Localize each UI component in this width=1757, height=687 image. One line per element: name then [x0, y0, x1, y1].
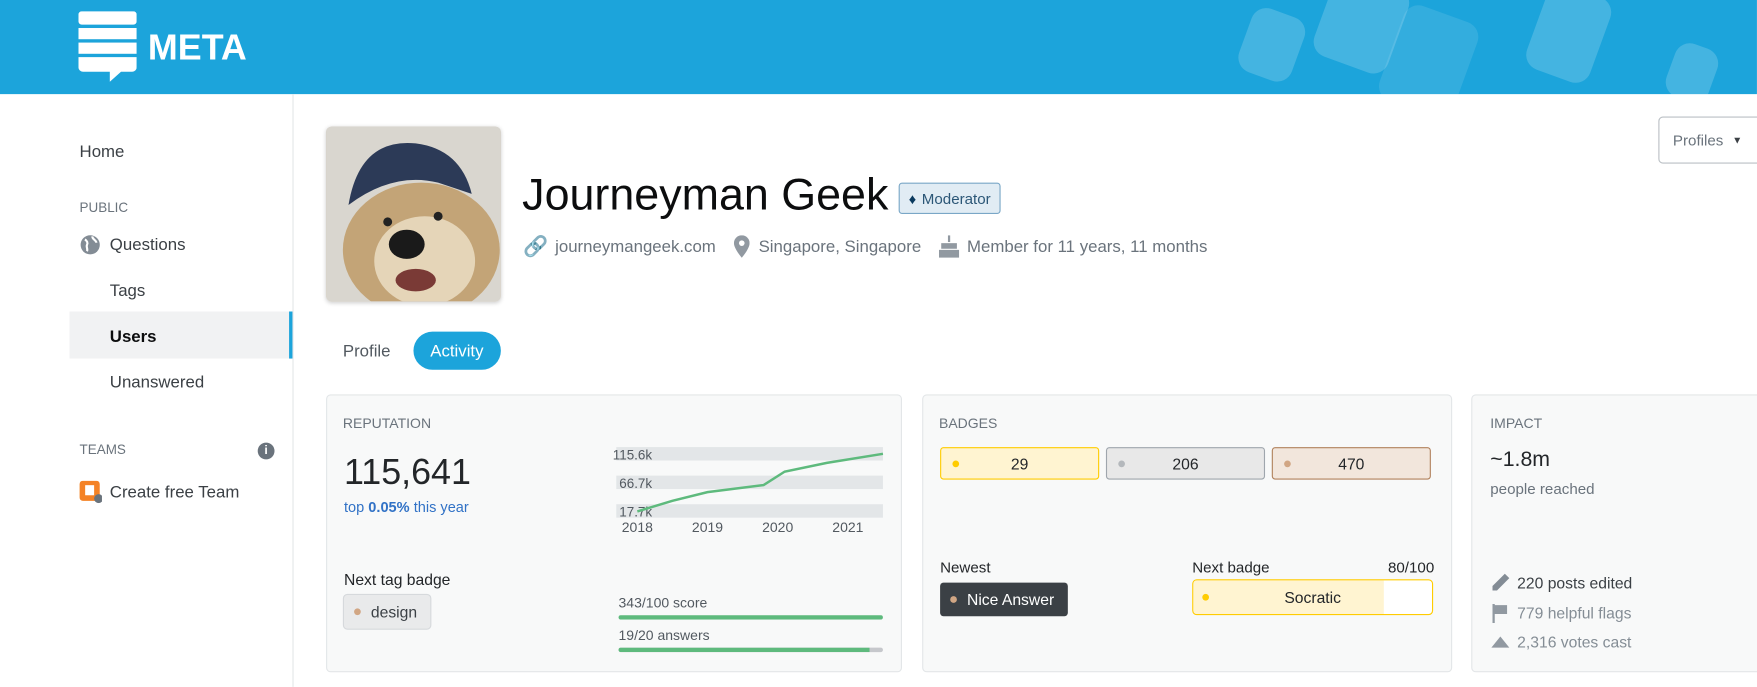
bronze-dot-icon — [354, 608, 361, 616]
chart-x-tick-label: 2020 — [762, 519, 793, 535]
helpful-flags-text: 779 helpful flags — [1517, 603, 1632, 622]
create-team-link[interactable]: Create free Team — [79, 480, 240, 504]
caret-down-icon: ▼ — [1732, 134, 1743, 146]
sidebar-item-home[interactable]: Home — [80, 142, 125, 161]
badges-title: BADGES — [938, 415, 998, 432]
tab-profile[interactable]: Profile — [329, 332, 404, 370]
website-text: journeymangeek.com — [555, 237, 716, 257]
profiles-dropdown[interactable]: Profiles ▼ — [1658, 116, 1757, 164]
badges-card: BADGES 29 206 470 Newest Nice Answer Nex… — [922, 394, 1453, 673]
silver-dot-icon — [1118, 460, 1125, 468]
globe-icon — [80, 235, 100, 255]
member-for-text: Member for 11 years, 11 months — [966, 236, 1208, 257]
reputation-card: REPUTATION 115,641 top 0.05% this year 1… — [326, 394, 903, 673]
votes-cast: 2,316 votes cast — [1490, 633, 1631, 651]
site-logo[interactable]: META — [78, 11, 247, 83]
tag-badge-design[interactable]: design — [342, 593, 432, 630]
reach-value: ~1.8m — [1490, 448, 1551, 472]
rank-value: 0.05% — [368, 498, 410, 516]
bronze-badge-count[interactable]: 470 — [1271, 447, 1431, 480]
flag-icon — [1492, 603, 1508, 623]
helpful-flags: 779 helpful flags — [1490, 603, 1631, 623]
silver-badge-count[interactable]: 206 — [1105, 447, 1266, 480]
gold-count: 29 — [1010, 454, 1029, 473]
chart-y-tick-label: 17.7k — [619, 505, 652, 520]
score-progress-bar — [618, 615, 883, 620]
sidebar-selected-bg — [69, 311, 293, 359]
user-location: Singapore, Singapore — [733, 235, 922, 258]
next-badge-label: Next badge — [1192, 559, 1270, 576]
sidebar-section-public: PUBLIC — [79, 199, 129, 216]
site-header: META — [0, 0, 1757, 95]
posts-edited: 220 posts edited — [1490, 573, 1632, 593]
gold-badge-count[interactable]: 29 — [940, 447, 1100, 480]
bronze-count: 470 — [1338, 454, 1365, 473]
chart-x-tick-label: 2021 — [832, 519, 863, 535]
tab-activity[interactable]: Activity — [413, 331, 501, 370]
newest-label: Newest — [940, 559, 991, 576]
pencil-icon — [1492, 573, 1510, 591]
sidebar-item-unanswered[interactable]: Unanswered — [110, 373, 204, 392]
meta-logo-icon — [78, 11, 137, 82]
link-icon: 🔗 — [523, 235, 549, 258]
reputation-value: 115,641 — [343, 451, 471, 492]
answers-progress-bar — [618, 647, 883, 653]
dog-avatar-image — [326, 126, 501, 302]
votes-cast-text: 2,316 votes cast — [1517, 633, 1632, 652]
user-member-since: Member for 11 years, 11 months — [938, 235, 1208, 258]
diamond-icon: ♦ — [908, 189, 917, 207]
user-avatar[interactable] — [326, 126, 501, 302]
sidebar-label: Questions — [109, 235, 186, 255]
next-tag-badge-label: Next tag badge — [343, 570, 451, 589]
briefcase-icon — [79, 480, 102, 504]
user-website[interactable]: 🔗 journeymangeek.com — [523, 235, 716, 259]
sidebar-item-questions[interactable]: Questions — [80, 234, 186, 255]
next-badge-box[interactable]: Socratic — [1192, 579, 1434, 616]
reputation-title: REPUTATION — [342, 415, 432, 432]
location-pin-icon — [733, 235, 750, 258]
newest-badge-name: Nice Answer — [966, 590, 1055, 609]
sidebar-item-tags[interactable]: Tags — [110, 281, 146, 300]
chart-x-tick-label: 2019 — [692, 519, 723, 535]
info-icon[interactable]: i — [257, 442, 275, 460]
reputation-chart: 115.6k 66.7k 17.7k2018 2019 2020 2021 — [613, 447, 884, 535]
next-badge-name: Socratic — [1284, 588, 1341, 607]
bronze-dot-icon — [1284, 460, 1291, 468]
upvote-triangle-icon — [1491, 636, 1510, 648]
answers-progress-label: 19/20 answers — [618, 627, 710, 644]
next-badge-progress: 80/100 — [1387, 559, 1435, 576]
chart-y-tick-label: 66.7k — [619, 476, 652, 491]
reach-label: people reached — [1490, 480, 1595, 498]
chart-x-tick-label: 2018 — [622, 519, 653, 535]
rank-prefix: top — [343, 498, 365, 516]
gold-dot-icon — [952, 460, 960, 468]
reputation-rank[interactable]: top 0.05% this year — [344, 499, 469, 516]
sidebar-label: Create free Team — [109, 482, 240, 502]
silver-count: 206 — [1172, 454, 1199, 473]
rank-suffix: this year — [413, 498, 469, 516]
logo-text: META — [147, 26, 247, 67]
score-progress-label: 343/100 score — [618, 594, 708, 611]
moderator-label: Moderator — [921, 189, 991, 207]
location-text: Singapore, Singapore — [758, 236, 922, 257]
chart-gridband — [616, 447, 883, 461]
impact-title: IMPACT — [1490, 415, 1543, 432]
chart-y-tick-label: 115.6k — [613, 447, 653, 462]
sidebar-item-users[interactable]: Users — [110, 327, 157, 346]
bronze-dot-icon — [950, 596, 957, 603]
user-display-name: Journeyman Geek — [522, 170, 889, 220]
tag-name: design — [370, 602, 418, 621]
impact-card: IMPACT ~1.8m people reached 220 posts ed… — [1471, 394, 1757, 673]
profiles-label: Profiles — [1672, 131, 1724, 149]
sidebar-section-teams: TEAMS — [79, 441, 126, 458]
posts-edited-text: 220 posts edited — [1517, 573, 1633, 592]
newest-badge[interactable]: Nice Answer — [940, 582, 1068, 617]
moderator-badge: ♦ Moderator — [898, 182, 1001, 215]
cake-icon — [938, 235, 960, 258]
